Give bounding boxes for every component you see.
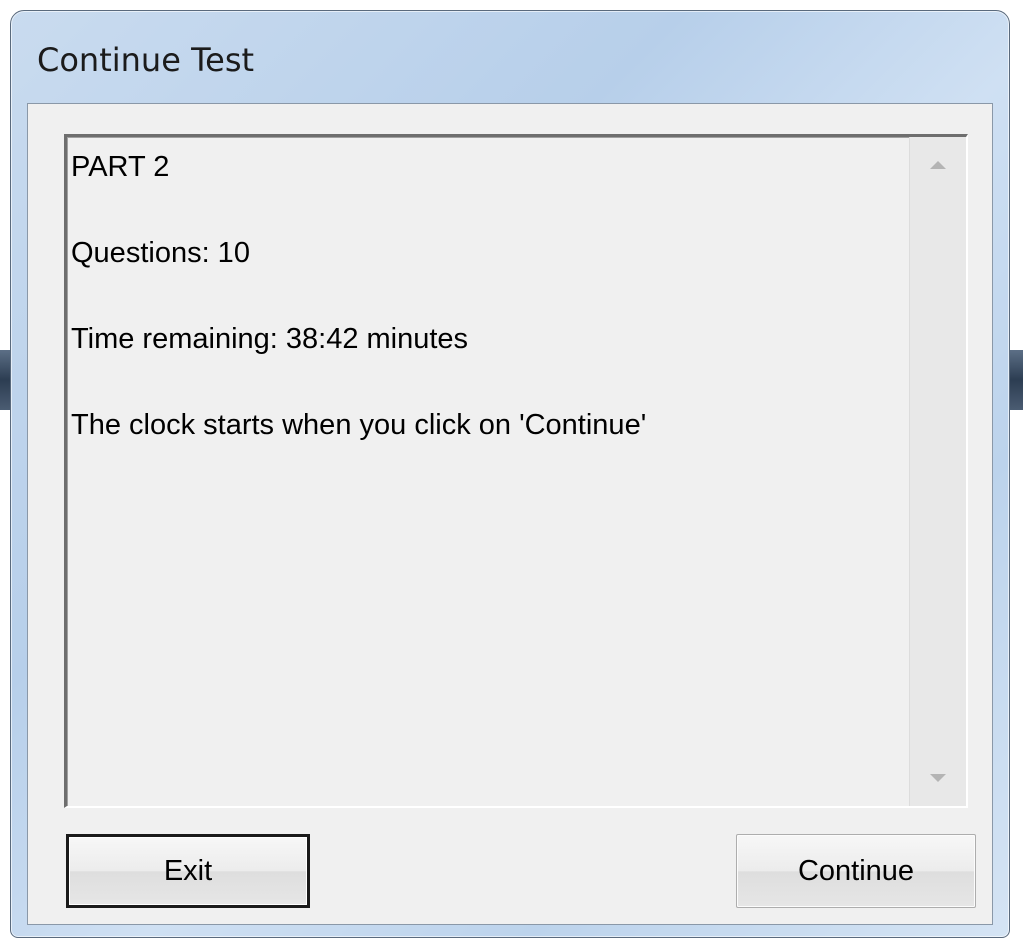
window-title: Continue Test — [37, 41, 255, 79]
title-bar[interactable]: Continue Test — [11, 11, 1009, 103]
info-textbox[interactable]: PART 2 Questions: 10 Time remaining: 38:… — [64, 134, 968, 808]
time-remaining: Time remaining: 38:42 minutes — [71, 323, 469, 355]
info-text-content: PART 2 Questions: 10 Time remaining: 38:… — [71, 145, 906, 806]
exit-button[interactable]: Exit — [66, 834, 310, 908]
scroll-down-arrow-icon[interactable] — [910, 750, 966, 806]
vertical-scrollbar[interactable] — [909, 137, 966, 806]
scroll-up-arrow-icon[interactable] — [910, 137, 966, 193]
questions-count: Questions: 10 — [71, 237, 250, 269]
continue-button[interactable]: Continue — [736, 834, 976, 908]
continue-button-label: Continue — [797, 854, 915, 887]
exit-button-label: Exit — [163, 854, 213, 887]
dialog-client-area: PART 2 Questions: 10 Time remaining: 38:… — [27, 103, 993, 925]
continue-test-dialog: Continue Test PART 2 Questions: 10 Time … — [10, 10, 1010, 938]
part-label: PART 2 — [71, 151, 170, 183]
clock-instruction: The clock starts when you click on 'Cont… — [71, 409, 647, 441]
